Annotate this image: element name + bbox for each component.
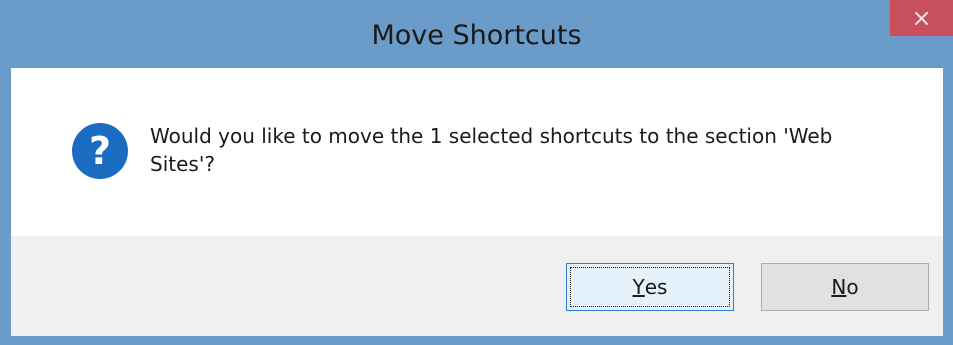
- message-text: Would you like to move the 1 selected sh…: [150, 124, 833, 176]
- no-mnemonic: N: [831, 275, 847, 299]
- yes-button[interactable]: Yes: [566, 263, 734, 311]
- window-title: Move Shortcuts: [371, 20, 582, 51]
- dialog-body: ? Would you like to move the 1 selected …: [11, 68, 943, 336]
- question-icon: ?: [72, 123, 128, 179]
- no-button[interactable]: No: [761, 263, 929, 311]
- close-button[interactable]: ×: [890, 0, 953, 36]
- no-label-rest: o: [846, 275, 859, 299]
- focus-rectangle: [570, 267, 730, 307]
- message-area: ? Would you like to move the 1 selected …: [11, 68, 943, 236]
- button-bar: Yes No: [11, 236, 943, 336]
- close-icon: ×: [911, 4, 932, 32]
- dialog-window: Move Shortcuts × ? Would you like to mov…: [0, 0, 953, 345]
